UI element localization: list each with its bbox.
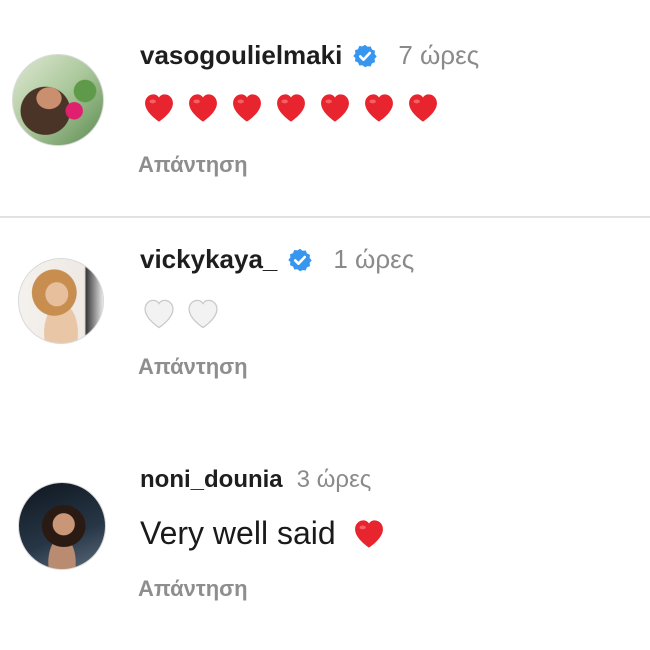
avatar[interactable] <box>18 482 106 570</box>
heart-icon <box>233 94 261 122</box>
comment-item: vasogoulielmaki 7 ώρες Απάντηση <box>0 0 650 216</box>
heart-icon <box>354 520 383 548</box>
comment-body <box>140 88 442 126</box>
timestamp: 3 ώρες <box>296 466 372 493</box>
heart-icon <box>189 94 217 122</box>
username[interactable]: vickykaya_ <box>140 244 277 275</box>
comment-text: Very well said <box>140 514 336 551</box>
verified-badge-icon <box>288 248 313 271</box>
heart-icon <box>277 94 305 122</box>
verified-badge-icon <box>353 44 378 67</box>
comment-item: vickykaya_ 1 ώρες Απάντηση <box>0 218 650 440</box>
comment-header: noni_dounia 3 ώρες <box>140 466 371 494</box>
avatar[interactable] <box>18 258 104 344</box>
username[interactable]: vasogoulielmaki <box>140 40 342 71</box>
comment-header: vasogoulielmaki 7 ώρες <box>140 40 479 71</box>
heart-icon <box>365 94 393 122</box>
heart-icon <box>144 299 174 329</box>
comment-header: vickykaya_ 1 ώρες <box>140 244 414 275</box>
reply-button[interactable]: Απάντηση <box>138 354 248 380</box>
heart-icon <box>409 94 437 122</box>
heart-icon <box>188 299 218 329</box>
reply-button[interactable]: Απάντηση <box>138 576 248 602</box>
comment-body: Very well said <box>140 514 388 552</box>
username[interactable]: noni_dounia <box>140 466 283 494</box>
reply-button[interactable]: Απάντηση <box>138 152 248 178</box>
avatar[interactable] <box>12 54 104 146</box>
heart-icon <box>145 94 173 122</box>
heart-icon <box>321 94 349 122</box>
comment-body <box>140 294 222 332</box>
comments-feed: vasogoulielmaki 7 ώρες Απάντηση vickykay… <box>0 0 650 650</box>
timestamp: 1 ώρες <box>333 244 415 274</box>
comment-item: noni_dounia 3 ώρες Very well said Απάντη… <box>0 440 650 650</box>
timestamp: 7 ώρες <box>398 40 480 70</box>
